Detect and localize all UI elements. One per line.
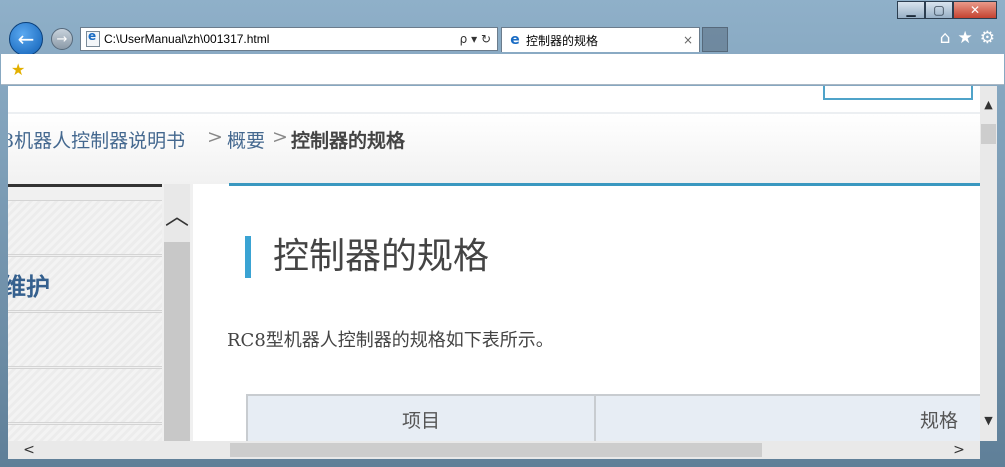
page-title: 控制器的规格	[245, 236, 489, 278]
table-header-item: 项目	[248, 396, 596, 441]
favorites-star-icon[interactable]: ★	[958, 28, 973, 48]
sidebar-scrollbar[interactable]: ︿	[164, 184, 190, 441]
forward-button[interactable]: →	[51, 28, 73, 50]
search-refresh-icons[interactable]: ρ ▾ ↻	[460, 32, 491, 46]
sidebar-item[interactable]	[8, 200, 162, 255]
breadcrumb-current: 控制器的规格	[291, 130, 406, 152]
address-url[interactable]: C:\UserManual\zh\001317.html	[104, 32, 460, 46]
add-favorites-icon[interactable]: ★	[11, 60, 25, 79]
table-header-spec: 规格	[920, 409, 959, 432]
tab-active[interactable]: e 控制器的规格 ×	[501, 27, 700, 52]
minimize-button[interactable]: ▁	[897, 1, 925, 19]
scroll-down-arrow-icon[interactable]: ▼	[980, 412, 997, 429]
scroll-right-arrow-icon[interactable]: >	[950, 441, 968, 459]
page-viewport: 8机器人控制器说明书 > 概要 > 控制器的规格 维护 ︿ 控制器的规格 RC8…	[8, 86, 980, 441]
horizontal-scroll-thumb[interactable]	[230, 443, 762, 457]
page-icon	[86, 29, 100, 47]
favorites-bar: ★	[1, 54, 1004, 85]
address-bar[interactable]: C:\UserManual\zh\001317.html ρ ▾ ↻	[80, 27, 498, 51]
forward-arrow-icon: →	[56, 31, 68, 47]
vertical-scrollbar[interactable]: ▲ ▼	[980, 86, 997, 441]
back-arrow-icon: ←	[17, 27, 35, 51]
chevron-up-icon[interactable]: ︿	[164, 184, 190, 242]
sidebar-item[interactable]	[8, 368, 162, 423]
sidebar-top-bar	[8, 184, 162, 187]
sidebar-item[interactable]	[8, 424, 162, 441]
maximize-button[interactable]: ▢	[925, 1, 953, 19]
content-top-rule	[229, 183, 980, 186]
browser-toolbar-icons: ⌂ ★ ⚙	[940, 28, 995, 48]
breadcrumb: 8机器人控制器说明书 > 概要 > 控制器的规格	[8, 114, 980, 184]
page-header-strip	[8, 86, 980, 114]
intro-text: RC8型机器人控制器的规格如下表所示。	[227, 330, 554, 351]
sidebar: 维护 ︿	[8, 184, 193, 441]
sidebar-item[interactable]	[8, 312, 162, 367]
gear-icon[interactable]: ⚙	[980, 28, 995, 48]
new-tab-button[interactable]	[702, 27, 728, 52]
breadcrumb-separator: >	[272, 126, 288, 148]
close-window-button[interactable]: ✕	[953, 1, 997, 19]
sidebar-item-maintenance[interactable]: 维护	[8, 256, 162, 311]
home-icon[interactable]: ⌂	[940, 28, 951, 48]
breadcrumb-link-manual[interactable]: 8机器人控制器说明书	[8, 126, 185, 153]
scroll-up-arrow-icon[interactable]: ▲	[980, 96, 997, 113]
vertical-scroll-thumb[interactable]	[981, 124, 996, 144]
breadcrumb-link-overview[interactable]: 概要	[227, 126, 265, 153]
back-button[interactable]: ←	[9, 22, 43, 56]
search-box-outline[interactable]	[823, 86, 973, 100]
ie-icon: e	[510, 32, 520, 48]
breadcrumb-separator: >	[207, 126, 223, 148]
horizontal-scrollbar[interactable]: < >	[8, 441, 980, 459]
browser-window: ▁ ▢ ✕ ← → C:\UserManual\zh\001317.html ρ…	[0, 0, 1005, 467]
tab-title: 控制器的规格	[526, 33, 599, 48]
scroll-left-arrow-icon[interactable]: <	[20, 441, 38, 459]
sidebar-item-label: 维护	[8, 272, 50, 301]
tab-close-icon[interactable]: ×	[683, 33, 693, 47]
window-caption-buttons: ▁ ▢ ✕	[897, 1, 997, 19]
spec-table: 项目 规格	[246, 394, 980, 441]
